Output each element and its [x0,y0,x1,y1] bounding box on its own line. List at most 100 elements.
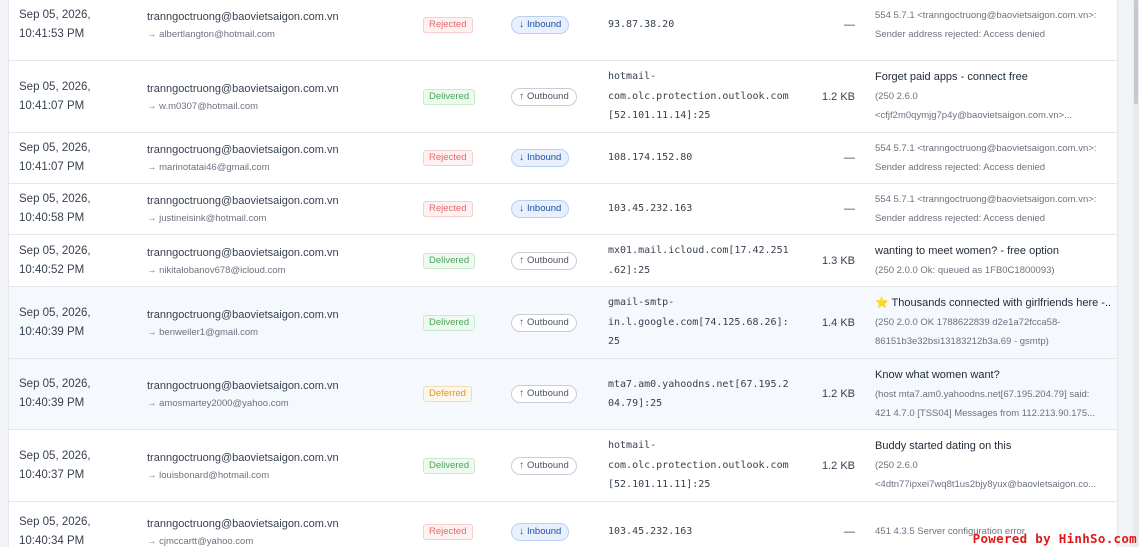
sender-address: tranngoctruong@baovietsaigon.com.vn [147,195,339,207]
size-cell: — [799,133,855,183]
recipient-address: → marinotatai46@gmail.com [147,162,270,173]
response-line: 554 5.7.1 <tranngoctruong@baovietsaigon.… [875,143,1097,154]
response-line: (host mta7.am0.yahoodns.net[67.195.204.7… [875,388,1090,400]
response-line: (250 2.6.0 [875,460,918,471]
table-row[interactable]: Sep 05, 2026, 10:40:58 PM tranngoctruong… [9,184,1117,235]
direction-label: Outbound [527,459,569,471]
host-line: 108.174.152.80 [608,152,693,164]
table-row[interactable]: Sep 05, 2026, 10:40:34 PM tranngoctruong… [9,502,1117,547]
table-row[interactable]: Sep 05, 2026, 10:40:39 PM tranngoctruong… [9,287,1117,359]
response-line: <cfjf2m0qymjg7p4y@baovietsaigon.com.vn>.… [875,110,1073,121]
relay-host-cell: 103.45.232.163 [608,502,794,547]
direction-badge: ↓ Inbound [511,200,570,218]
date-cell: Sep 05, 2026, 10:40:58 PM [19,184,139,234]
status-cell: Delivered [423,430,503,501]
direction-badge: ↑ Outbound [511,313,577,332]
direction-label: Inbound [527,525,562,537]
table-row[interactable]: Sep 05, 2026, 10:40:39 PM tranngoctruong… [9,359,1117,430]
direction-cell: ↑ Outbound [511,430,603,501]
date: Sep 05, 2026, [19,378,91,390]
relay-host-cell: 103.45.232.163 [608,184,794,234]
direction-cell: ↓ Inbound [511,0,603,60]
date: Sep 05, 2026, [19,306,91,319]
response-line: 421 4.7.0 [TSS04] Messages from 112.213.… [875,407,1096,419]
sender-address: tranngoctruong@baovietsaigon.com.vn [147,11,339,23]
arrow-down-icon: ↓ [519,525,524,537]
address-cell: tranngoctruong@baovietsaigon.com.vn → ju… [147,184,417,234]
response-cell: 554 5.7.1 <tranngoctruong@baovietsaigon.… [875,184,1111,234]
status-badge: Rejected [423,17,473,33]
table-row[interactable]: Sep 05, 2026, 10:41:53 PM tranngoctruong… [9,0,1117,61]
response-line: Sender address rejected: Access denied [875,29,1046,40]
direction-cell: ↓ Inbound [511,502,603,547]
subject: wanting to meet women? - free option [875,244,1060,257]
message-size: 1.3 KB [821,254,855,267]
direction-cell: ↑ Outbound [511,287,603,358]
size-cell: — [799,502,855,547]
status-cell: Delivered [423,287,503,358]
time: 10:40:52 PM [19,263,85,276]
message-size: — [844,203,855,215]
response-cell: 554 5.7.1 <tranngoctruong@baovietsaigon.… [875,0,1111,60]
response-line: 554 5.7.1 <tranngoctruong@baovietsaigon.… [875,194,1097,205]
time: 10:40:34 PM [19,534,85,547]
response-line: (250 2.0.0 Ok: queued as 1FB0C1800093) [875,264,1055,276]
date-cell: Sep 05, 2026, 10:40:52 PM [19,235,139,286]
recipient-address: → amosmartey2000@yahoo.com [147,398,289,409]
relay-host-cell: mx01.mail.icloud.com[17.42.251 .62]:25 [608,235,794,286]
direction-label: Outbound [527,254,569,266]
relay-host-cell: gmail-smtp-in.l.google.com[74.125.68.26]… [608,287,794,358]
arrow-up-icon: ↑ [519,90,524,102]
address-cell: tranngoctruong@baovietsaigon.com.vn → lo… [147,430,417,501]
direction-label: Outbound [527,316,569,328]
table-row[interactable]: Sep 05, 2026, 10:41:07 PM tranngoctruong… [9,61,1117,133]
server-response: (250 2.6.0 <4dtn77ipxei7wq8t1us2bjy8yux@b… [875,456,1111,494]
host-line: com.olc.protection.outlook.com [608,459,789,471]
server-response: (250 2.6.0 <cfjf2m0qymjg7p4y@baovietsaigo… [875,87,1111,125]
date: Sep 05, 2026, [19,142,91,154]
time: 10:40:37 PM [19,468,85,481]
direction-badge: ↑ Outbound [511,456,577,475]
host-line: [52.101.11.14]:25 [608,110,711,122]
arrow-up-icon: ↑ [519,316,524,328]
time: 10:40:58 PM [19,212,85,224]
date: Sep 05, 2026, [19,515,91,528]
status-cell: Rejected [423,133,503,183]
host-line: com.olc.protection.outlook.com [608,90,789,102]
status-badge: Delivered [423,252,476,269]
response-line: 554 5.7.1 <tranngoctruong@baovietsaigon.… [875,10,1097,21]
size-cell: 1.2 KB [799,359,855,429]
arrow-down-icon: ↓ [519,152,524,163]
host-line: 25 [608,336,621,348]
sender-address: tranngoctruong@baovietsaigon.com.vn [147,308,339,321]
date-cell: Sep 05, 2026, 10:40:39 PM [19,287,139,358]
date-cell: Sep 05, 2026, 10:41:53 PM [19,0,139,60]
table-row[interactable]: Sep 05, 2026, 10:41:07 PM tranngoctruong… [9,133,1117,184]
direction-badge: ↓ Inbound [511,16,570,34]
recipient-address: → cjmccartt@yahoo.com [147,535,254,547]
recipient-address: → albertlangton@hotmail.com [147,29,275,40]
address-cell: tranngoctruong@baovietsaigon.com.vn → be… [147,287,417,358]
address-cell: tranngoctruong@baovietsaigon.com.vn → w.… [147,61,417,132]
relay-host-cell: mta7.am0.yahoodns.net[67.195.2 04.79]:25 [608,359,794,429]
host-line: in.l.google.com[74.125.68.26]: [608,316,789,328]
vertical-scrollbar[interactable] [1133,0,1139,547]
size-cell: 1.2 KB [799,61,855,132]
direction-cell: ↓ Inbound [511,133,603,183]
status-cell: Deferred [423,359,503,429]
subject: ⭐ Thousands connected with girlfriends h… [875,297,1111,309]
server-response: (250 2.0.0 Ok: queued as 1FB0C1800093) [875,261,1111,280]
size-cell: 1.2 KB [799,430,855,501]
status-badge: Delivered [423,314,476,331]
scrollbar-thumb[interactable] [1134,0,1138,104]
status-cell: Rejected [423,184,503,234]
status-badge: Rejected [423,523,473,540]
table-row[interactable]: Sep 05, 2026, 10:40:52 PM tranngoctruong… [9,235,1117,287]
host-line: 103.45.232.163 [608,203,693,215]
message-size: 1.2 KB [821,388,855,400]
sender-address: tranngoctruong@baovietsaigon.com.vn [147,246,339,259]
arrow-down-icon: ↓ [519,203,524,214]
status-cell: Delivered [423,61,503,132]
direction-badge: ↓ Inbound [511,522,570,541]
table-row[interactable]: Sep 05, 2026, 10:40:37 PM tranngoctruong… [9,430,1117,502]
